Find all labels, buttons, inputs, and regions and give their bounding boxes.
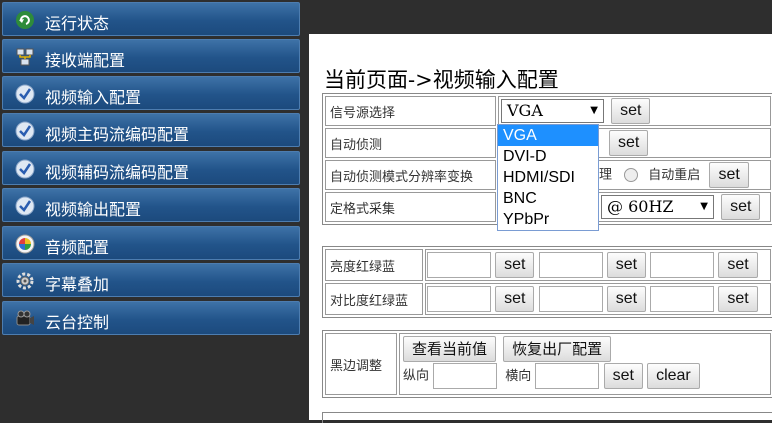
signal-source-label: 信号源选择 bbox=[325, 96, 496, 126]
dropdown-option[interactable]: VGA bbox=[498, 125, 598, 146]
table-row: 对比度红绿蓝 set set set bbox=[325, 283, 771, 315]
nav-label: 视频辅码流编码配置 bbox=[45, 163, 190, 182]
contrast-green-input[interactable] bbox=[538, 286, 603, 312]
nav-item-video-output[interactable]: 视频输出配置 bbox=[2, 188, 300, 222]
border-clear-button[interactable]: clear bbox=[647, 363, 700, 389]
nav-item-subtitle[interactable]: 字幕叠加 bbox=[2, 263, 300, 297]
color-settings-table: 亮度红绿蓝 set set set 对比度红绿蓝 set set set bbox=[322, 246, 772, 318]
next-table-edge bbox=[322, 412, 772, 423]
auto-detect-set-button[interactable]: set bbox=[609, 130, 649, 156]
nav-label: 音频配置 bbox=[45, 238, 110, 257]
brightness-label: 亮度红绿蓝 bbox=[325, 249, 423, 281]
signal-source-select[interactable]: VGA ▼ bbox=[501, 99, 604, 123]
nav-label: 运行状态 bbox=[45, 14, 110, 33]
vertical-label: 纵向 bbox=[403, 368, 430, 384]
fixed-format-set-button[interactable]: set bbox=[721, 194, 761, 220]
nav-label: 视频输入配置 bbox=[45, 88, 142, 107]
auto-restart-label: 自动重启 bbox=[648, 167, 701, 183]
audio-icon bbox=[15, 234, 35, 254]
nav-item-main-stream[interactable]: 视频主码流编码配置 bbox=[2, 113, 300, 147]
fixed-format-select[interactable]: @ 60HZ ▼ bbox=[601, 195, 714, 219]
brightness-green-set-button[interactable]: set bbox=[606, 252, 647, 278]
border-adjust-label: 黑边调整 bbox=[325, 333, 397, 395]
contrast-red-input[interactable] bbox=[427, 286, 491, 312]
contrast-red-set-button[interactable]: set bbox=[495, 286, 535, 312]
nav-label: 接收端配置 bbox=[45, 51, 126, 70]
nav-item-receiver[interactable]: 接收端配置 bbox=[2, 39, 300, 73]
brightness-green-input[interactable] bbox=[538, 252, 603, 278]
border-adjust-table: 黑边调整 查看当前值 恢复出厂配置 纵向 横向 set clear bbox=[322, 330, 772, 398]
brightness-blue-set-button[interactable]: set bbox=[718, 252, 758, 278]
page-title: 当前页面->视频输入配置 bbox=[324, 68, 559, 92]
table-row: 黑边调整 查看当前值 恢复出厂配置 纵向 横向 set clear bbox=[325, 333, 771, 395]
horizontal-input[interactable] bbox=[535, 363, 600, 389]
nav-label: 视频输出配置 bbox=[45, 200, 142, 219]
gear-icon bbox=[16, 272, 34, 290]
auto-detect-label: 自动侦测 bbox=[325, 128, 496, 158]
dropdown-arrow-icon: ▼ bbox=[590, 105, 598, 116]
restore-default-button[interactable]: 恢复出厂配置 bbox=[503, 336, 612, 362]
nav-item-ptz[interactable]: 云台控制 bbox=[2, 301, 300, 335]
dropdown-option[interactable]: BNC bbox=[498, 188, 598, 209]
fixed-format-value: @ 60HZ bbox=[607, 197, 674, 216]
signal-source-dropdown[interactable]: VGA DVI-D HDMI/SDI BNC YPbPr bbox=[497, 124, 599, 231]
view-current-button[interactable]: 查看当前值 bbox=[403, 336, 497, 362]
contrast-blue-input[interactable] bbox=[650, 286, 715, 312]
nav-item-video-input[interactable]: 视频输入配置 bbox=[2, 76, 300, 110]
horizontal-label: 横向 bbox=[505, 368, 532, 384]
table-row: 亮度红绿蓝 set set set bbox=[325, 249, 771, 281]
contrast-green-set-button[interactable]: set bbox=[606, 286, 647, 312]
border-set-button[interactable]: set bbox=[603, 363, 643, 389]
signal-set-button[interactable]: set bbox=[611, 98, 651, 124]
auto-mode-set-button[interactable]: set bbox=[709, 162, 749, 188]
dropdown-arrow-icon: ▼ bbox=[700, 201, 708, 212]
fixed-format-label: 定格式采集 bbox=[325, 192, 496, 222]
sidebar: 运行状态 接收端配置 视频输入配置 视频主码流编码配置 视频辅码流编码配置 视频… bbox=[0, 0, 303, 420]
check-icon bbox=[15, 196, 35, 216]
vertical-input[interactable] bbox=[433, 363, 498, 389]
auto-mode-option-1: 理 bbox=[599, 167, 613, 183]
signal-source-value: VGA bbox=[507, 101, 543, 120]
brightness-red-set-button[interactable]: set bbox=[495, 252, 535, 278]
nav-item-status[interactable]: 运行状态 bbox=[2, 2, 300, 36]
check-icon bbox=[15, 121, 35, 141]
brightness-red-input[interactable] bbox=[427, 252, 491, 278]
nav-item-audio[interactable]: 音频配置 bbox=[2, 226, 300, 260]
contrast-label: 对比度红绿蓝 bbox=[325, 283, 423, 315]
contrast-blue-set-button[interactable]: set bbox=[718, 286, 758, 312]
camera-icon bbox=[16, 310, 34, 326]
nav-item-sub-stream[interactable]: 视频辅码流编码配置 bbox=[2, 151, 300, 185]
network-icon bbox=[16, 48, 34, 66]
auto-mode-label: 自动侦测模式分辨率变换 bbox=[325, 160, 496, 190]
brightness-blue-input[interactable] bbox=[650, 252, 715, 278]
dropdown-option[interactable]: YPbPr bbox=[498, 209, 598, 230]
dropdown-option[interactable]: DVI-D bbox=[498, 146, 598, 167]
auto-restart-radio[interactable] bbox=[624, 168, 639, 182]
dropdown-option[interactable]: HDMI/SDI bbox=[498, 167, 598, 188]
check-icon bbox=[15, 84, 35, 104]
recycle-icon bbox=[16, 11, 34, 29]
nav-label: 字幕叠加 bbox=[45, 275, 110, 294]
check-icon bbox=[15, 159, 35, 179]
nav-label: 视频主码流编码配置 bbox=[45, 125, 190, 144]
nav-label: 云台控制 bbox=[45, 313, 110, 332]
table-row: 信号源选择 VGA ▼ set bbox=[325, 96, 771, 126]
